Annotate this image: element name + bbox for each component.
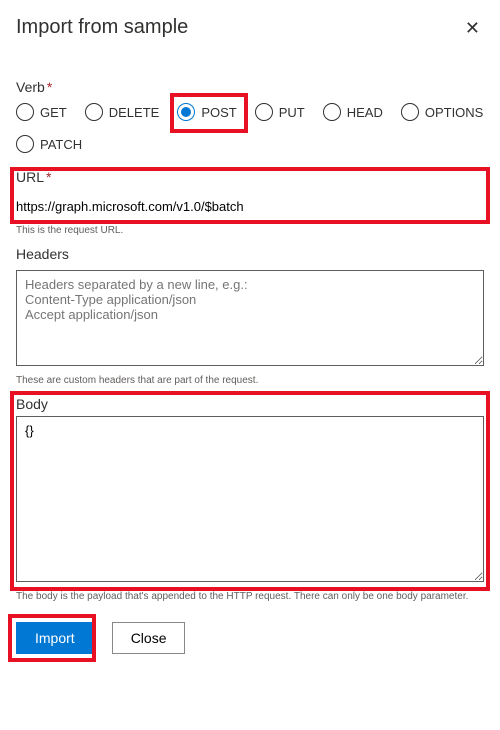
verb-label: Verb* <box>16 79 484 95</box>
button-row: Import Close <box>16 622 484 654</box>
verb-option-get[interactable]: GET <box>16 103 67 121</box>
radio-icon <box>16 103 34 121</box>
url-section: URL* <box>16 169 484 221</box>
body-helper: The body is the payload that's appended … <box>16 591 484 602</box>
verb-option-post[interactable]: POST <box>177 103 236 121</box>
radio-icon <box>323 103 341 121</box>
body-textarea[interactable] <box>16 416 484 582</box>
verb-option-label: PUT <box>279 105 305 120</box>
verb-option-head[interactable]: HEAD <box>323 103 383 121</box>
verb-option-label: OPTIONS <box>425 105 484 120</box>
verb-option-delete[interactable]: DELETE <box>85 103 160 121</box>
url-helper: This is the request URL. <box>16 225 484 236</box>
radio-icon <box>401 103 419 121</box>
radio-dot-icon <box>181 107 191 117</box>
verb-option-label: GET <box>40 105 67 120</box>
verb-option-label: DELETE <box>109 105 160 120</box>
import-button[interactable]: Import <box>16 622 94 654</box>
verb-option-label: POST <box>201 105 236 120</box>
radio-icon <box>177 103 195 121</box>
verb-label-text: Verb <box>16 79 45 95</box>
verb-option-patch[interactable]: PATCH <box>16 135 82 153</box>
verb-option-options[interactable]: OPTIONS <box>401 103 484 121</box>
url-label: URL* <box>16 169 484 185</box>
close-button[interactable]: Close <box>112 622 186 654</box>
verb-option-label: PATCH <box>40 137 82 152</box>
body-section: Body <box>16 396 484 587</box>
dialog-header: Import from sample ✕ <box>16 16 484 39</box>
close-icon[interactable]: ✕ <box>461 19 484 37</box>
required-asterisk: * <box>46 169 51 185</box>
headers-helper: These are custom headers that are part o… <box>16 375 484 386</box>
radio-icon <box>85 103 103 121</box>
body-label: Body <box>16 396 484 412</box>
dialog-title: Import from sample <box>16 16 188 39</box>
verb-radio-group: GET DELETE POST PUT HEAD OPTIONS PATCH <box>16 103 484 153</box>
verb-option-label: HEAD <box>347 105 383 120</box>
required-asterisk: * <box>47 79 52 95</box>
radio-icon <box>16 135 34 153</box>
url-label-text: URL <box>16 169 44 185</box>
headers-textarea[interactable] <box>16 270 484 366</box>
headers-label: Headers <box>16 246 484 262</box>
radio-icon <box>255 103 273 121</box>
url-input[interactable] <box>16 193 484 221</box>
verb-option-put[interactable]: PUT <box>255 103 305 121</box>
